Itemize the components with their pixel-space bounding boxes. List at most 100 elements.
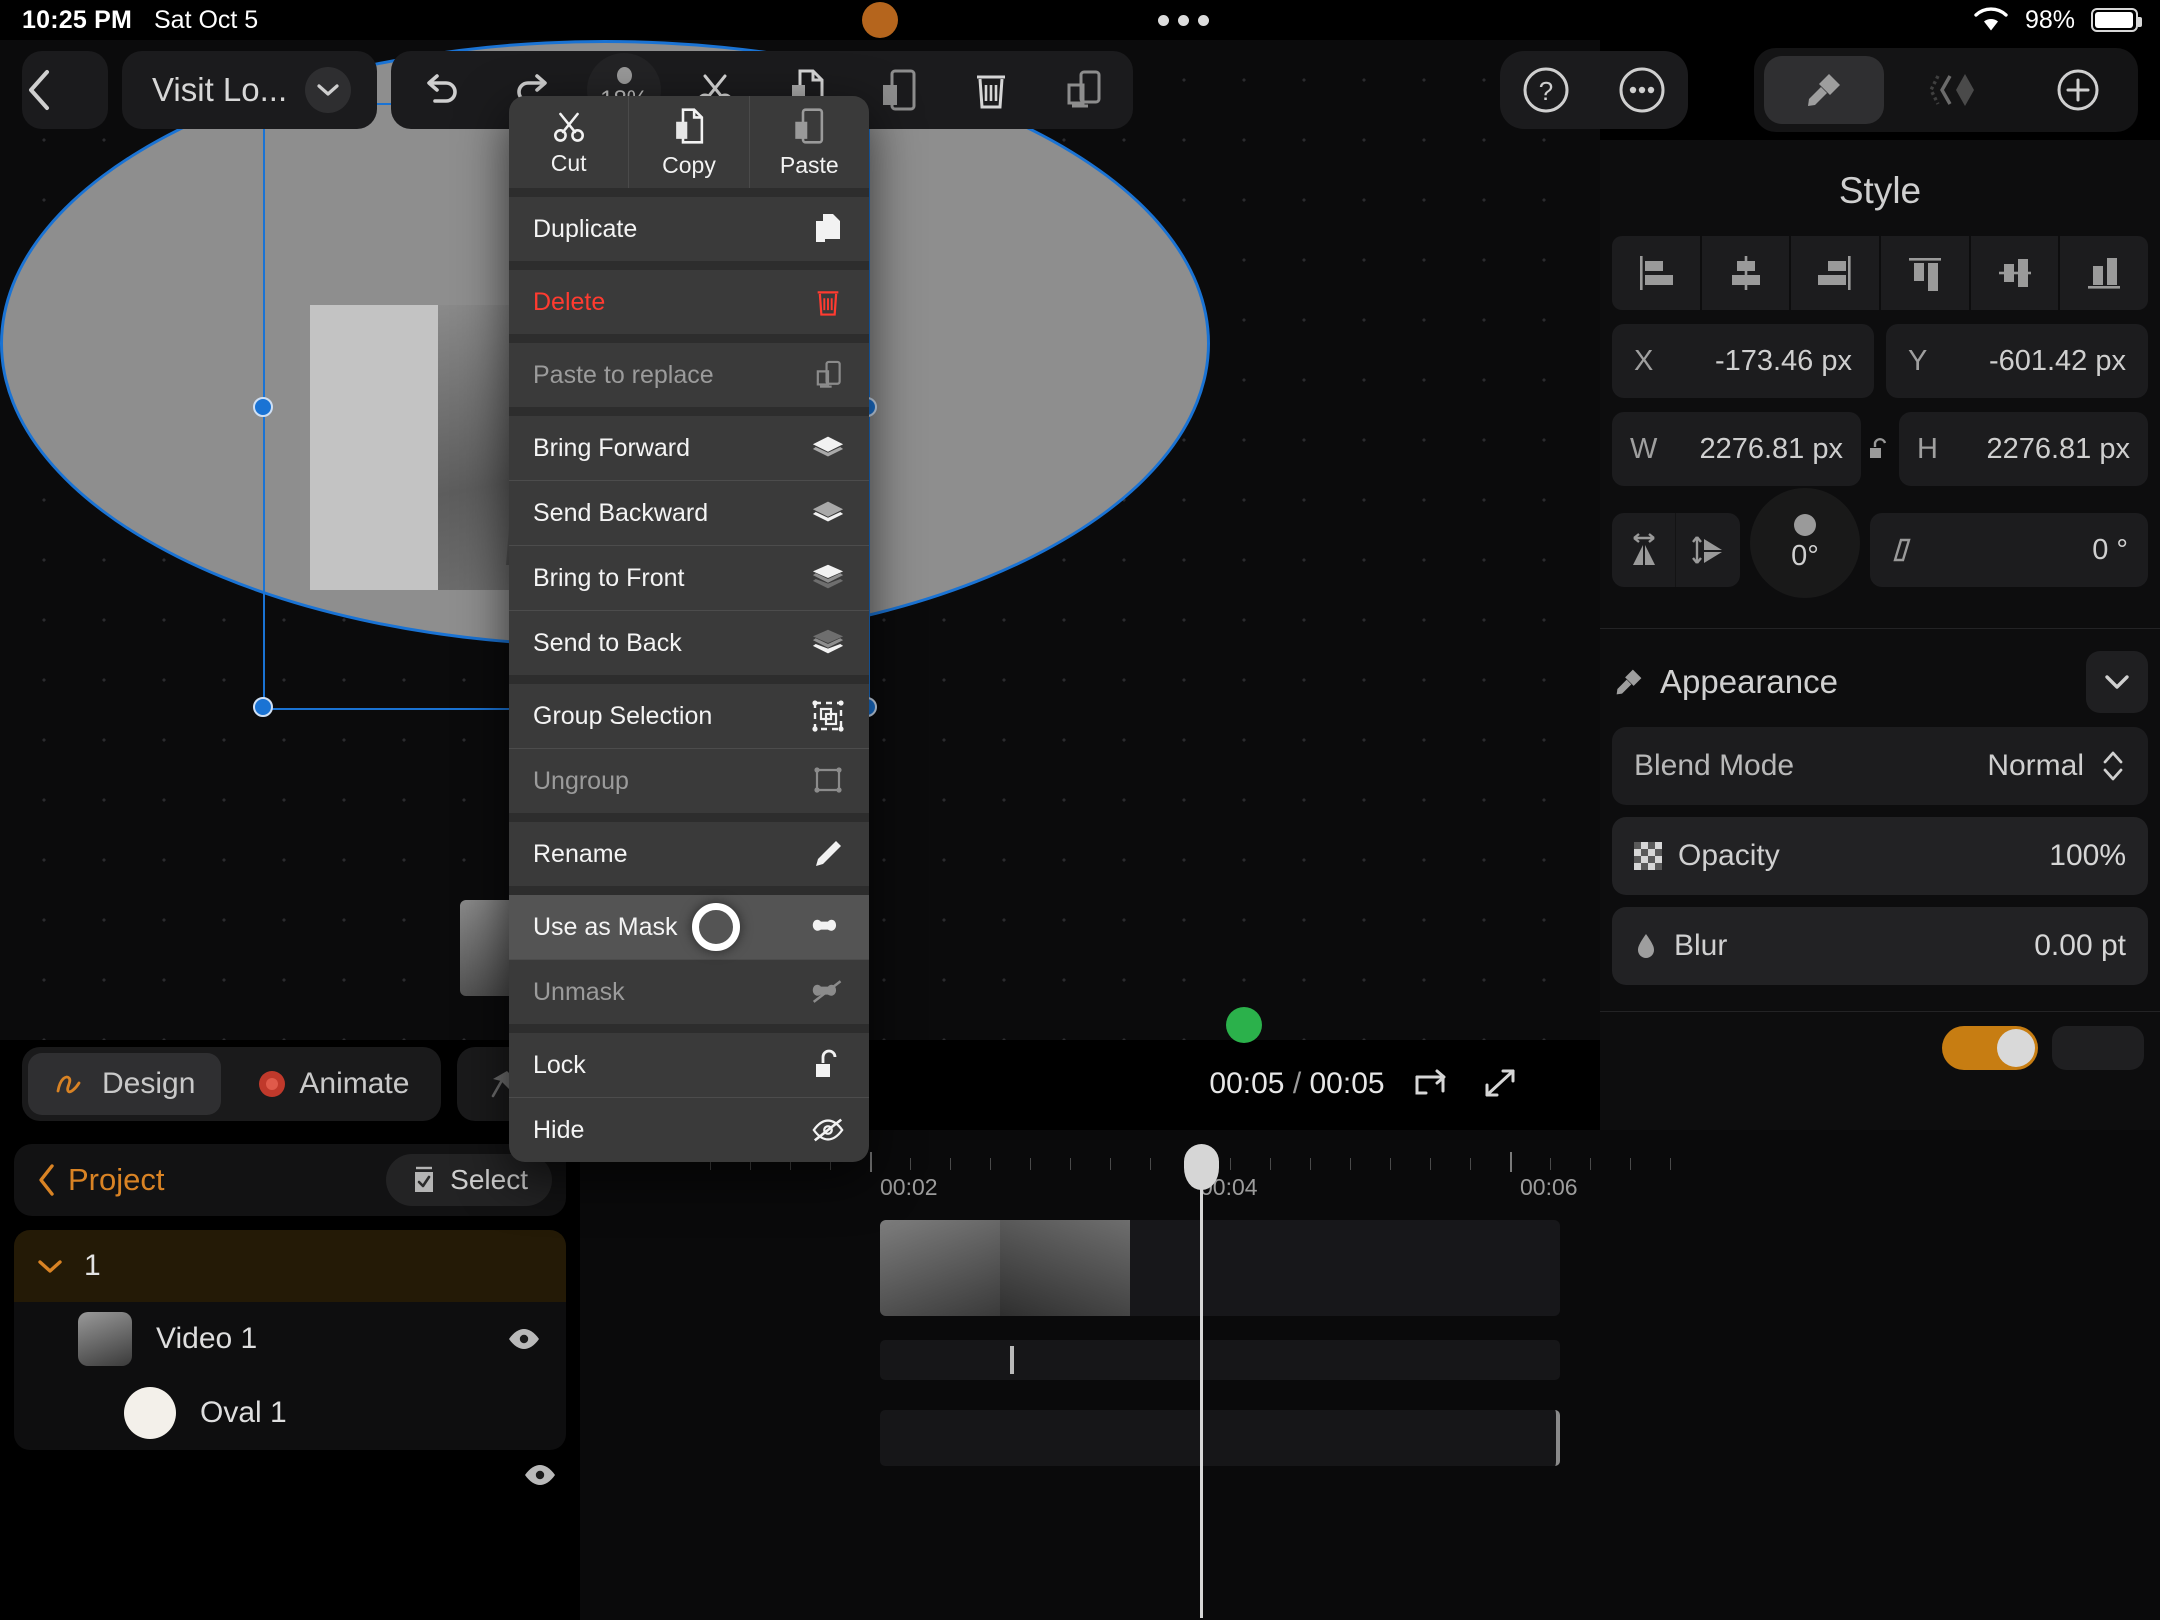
ctx-send-backward[interactable]: Send Backward — [509, 481, 869, 545]
ctx-lock[interactable]: Lock — [509, 1033, 869, 1097]
align-center-vertical-icon[interactable] — [1970, 236, 2059, 310]
mode-design[interactable]: Design — [28, 1053, 222, 1115]
loop-icon[interactable] — [1411, 1065, 1453, 1103]
context-menu: Cut Copy Paste Duplicate Delete Paste to — [509, 96, 869, 1162]
x-field[interactable]: X -173.46 px — [1612, 324, 1874, 398]
paste-replace-icon — [811, 358, 845, 392]
tab-layers[interactable] — [1906, 56, 2006, 124]
ctx-rename[interactable]: Rename — [509, 822, 869, 886]
status-bar: 10:25 PM Sat Oct 5 98% — [0, 0, 2160, 40]
mode-animate[interactable]: Animate — [233, 1053, 435, 1115]
paste-replace-icon — [1061, 67, 1105, 113]
ctx-hide[interactable]: Hide — [509, 1098, 869, 1162]
h-field[interactable]: H 2276.81 px — [1899, 412, 2148, 486]
ctx-group-selection-label: Group Selection — [533, 701, 713, 730]
rotation-dial[interactable]: 0° — [1750, 488, 1860, 598]
ctx-bring-forward-label: Bring Forward — [533, 433, 690, 462]
status-center — [258, 2, 1973, 38]
tab-style[interactable] — [1764, 56, 1884, 124]
touch-indicator — [692, 903, 740, 951]
fill-swatch[interactable] — [2052, 1026, 2144, 1070]
chevron-down-icon[interactable] — [2086, 651, 2148, 713]
ctx-send-to-back[interactable]: Send to Back — [509, 611, 869, 675]
layers-header: Project Select — [14, 1144, 566, 1216]
layers-back-button[interactable]: Project — [36, 1162, 164, 1198]
group-icon — [811, 699, 845, 733]
layers-panel: Project Select 1 Video 1 Oval 1 — [0, 1130, 580, 1620]
expand-icon[interactable] — [1479, 1065, 1521, 1103]
add-button[interactable] — [2028, 56, 2128, 124]
flip-horizontal-icon[interactable] — [1612, 513, 1676, 587]
ctx-duplicate[interactable]: Duplicate — [509, 197, 869, 261]
copy-icon — [671, 106, 707, 146]
ctx-delete[interactable]: Delete — [509, 270, 869, 334]
alignment-buttons — [1612, 236, 2149, 310]
skew-field[interactable]: 0 ° — [1870, 513, 2148, 587]
layer-group-name: 1 — [84, 1249, 101, 1282]
ctx-send-to-back-label: Send to Back — [533, 628, 682, 657]
ctx-bring-forward[interactable]: Bring Forward — [509, 416, 869, 480]
undo-button[interactable] — [395, 51, 487, 129]
blur-row[interactable]: Blur 0.00 pt — [1612, 907, 2148, 985]
ctx-paste-to-replace[interactable]: Paste to replace — [509, 343, 869, 407]
timeline-clip-video[interactable] — [880, 1220, 1560, 1316]
ctx-cut-button[interactable]: Cut — [509, 96, 630, 188]
align-left-icon[interactable] — [1612, 236, 1700, 310]
chevron-down-icon[interactable] — [305, 67, 352, 113]
y-field[interactable]: Y -601.42 px — [1886, 324, 2148, 398]
paste-to-replace-button[interactable] — [1037, 51, 1129, 129]
checklist-icon — [410, 1164, 438, 1196]
list-item[interactable]: Oval 1 — [14, 1376, 566, 1450]
ctx-paste-button[interactable]: Paste — [750, 96, 869, 188]
ctx-unmask[interactable]: Unmask — [509, 960, 869, 1024]
ctx-copy-label: Copy — [662, 151, 716, 178]
layer-name: Video 1 — [156, 1322, 258, 1355]
chevron-down-icon[interactable] — [36, 1257, 64, 1275]
paste-icon — [878, 67, 920, 113]
resize-handle-bottom-left[interactable] — [253, 697, 273, 717]
back-button[interactable] — [22, 51, 108, 129]
stepper-icon[interactable] — [2100, 747, 2126, 785]
project-title-button[interactable]: Visit Lo... — [122, 51, 378, 129]
wifi-icon — [1973, 6, 2009, 34]
ctx-bring-to-front[interactable]: Bring to Front — [509, 546, 869, 610]
opacity-row[interactable]: Opacity 100% — [1612, 817, 2148, 895]
chevron-left-icon — [36, 1163, 58, 1197]
align-bottom-icon[interactable] — [2060, 236, 2149, 310]
w-field[interactable]: W 2276.81 px — [1612, 412, 1861, 486]
list-item[interactable]: Video 1 — [14, 1302, 566, 1376]
ctx-delete-label: Delete — [533, 287, 606, 316]
timeline-track-shape[interactable] — [880, 1410, 1560, 1466]
appearance-header[interactable]: Appearance — [1600, 629, 2160, 727]
flip-vertical-icon[interactable] — [1676, 513, 1740, 587]
playhead-icon[interactable] — [1184, 1144, 1219, 1618]
mode-animate-label: Animate — [299, 1067, 410, 1100]
position-row: X -173.46 px Y -601.42 px — [1612, 324, 2148, 398]
battery-full-icon — [2091, 8, 2142, 32]
timeline-panel[interactable]: 00:02 00:04 00:06 — [580, 1130, 2160, 1620]
ctx-copy-button[interactable]: Copy — [629, 96, 750, 188]
fill-toggle[interactable] — [1942, 1026, 2038, 1070]
align-center-horizontal-icon[interactable] — [1701, 236, 1790, 310]
unlock-icon[interactable] — [1867, 434, 1893, 464]
eye-icon[interactable] — [520, 1455, 560, 1495]
timeline-track-marker[interactable] — [880, 1340, 1560, 1380]
layers-list: 1 Video 1 Oval 1 — [14, 1230, 566, 1450]
opacity-value: 100% — [2049, 839, 2126, 872]
ctx-ungroup[interactable]: Ungroup — [509, 749, 869, 813]
status-time: 10:25 PM — [22, 5, 132, 34]
delete-button[interactable] — [945, 51, 1037, 129]
question-circle-icon[interactable]: ? — [1518, 62, 1574, 118]
blend-mode-row[interactable]: Blend Mode Normal — [1612, 727, 2148, 805]
ctx-use-as-mask[interactable]: Use as Mask — [509, 895, 869, 959]
eye-icon[interactable] — [504, 1319, 544, 1359]
align-top-icon[interactable] — [1881, 236, 1969, 310]
layer-group-row[interactable]: 1 — [14, 1230, 566, 1302]
status-date: Sat Oct 5 — [154, 5, 259, 34]
skew-icon — [1890, 535, 1916, 565]
multitask-handle[interactable] — [1158, 14, 1210, 26]
ellipsis-circle-icon[interactable] — [1614, 62, 1670, 118]
ctx-group-selection[interactable]: Group Selection — [509, 684, 869, 748]
align-right-icon[interactable] — [1791, 236, 1880, 310]
resize-handle-left[interactable] — [253, 397, 273, 417]
